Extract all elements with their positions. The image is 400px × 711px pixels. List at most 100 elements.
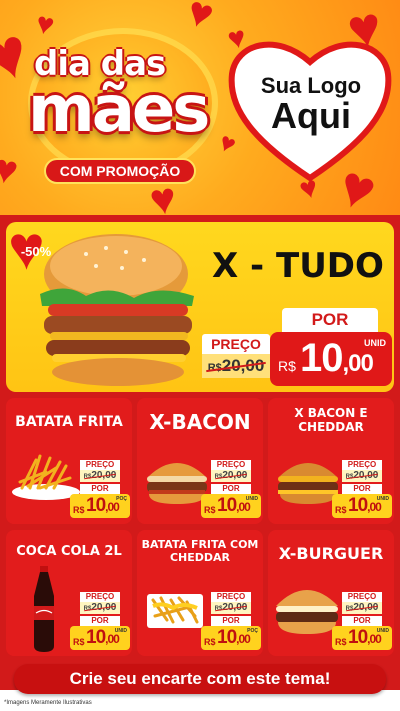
new-price-panel: R$ 10,00 UNID xyxy=(70,626,130,650)
old-price-amount: 20,00 xyxy=(353,602,379,613)
product-name: BATATA FRITA xyxy=(15,414,123,430)
mothers-day-title: dia das mães COM PROMOÇÃO xyxy=(18,20,228,190)
old-price-value: R$20,00 xyxy=(211,470,251,482)
unit-label: UNID xyxy=(364,338,386,348)
new-price-value: 10,00 xyxy=(217,627,251,649)
currency-symbol: R$ xyxy=(204,505,216,515)
new-price-value: 10,00 xyxy=(86,495,120,517)
old-price-label: PREÇO xyxy=(80,460,120,470)
new-price-cents: ,00 xyxy=(367,500,382,514)
old-price-label: PREÇO xyxy=(342,460,382,470)
featured-product-name: X - TUDO xyxy=(212,246,384,286)
new-price-cents: ,00 xyxy=(342,350,374,377)
new-price-integer: 10 xyxy=(348,627,368,648)
new-price-label: POR xyxy=(80,616,120,626)
product-name: COCA COLA 2L xyxy=(16,544,122,559)
product-card[interactable]: X-BURGUER PREÇO R$20,00 POR R$ 10,00 UNI… xyxy=(268,530,394,656)
new-price-integer: 10 xyxy=(300,336,343,380)
old-price-value: R$20,00 xyxy=(80,470,120,482)
unit-label: UNID xyxy=(245,496,258,502)
new-price-label: POR xyxy=(211,484,251,494)
old-price-value: R$20,00 xyxy=(342,602,382,614)
product-card[interactable]: BATATA FRITA COM CHEDDAR PREÇO R$20,00 P… xyxy=(137,530,263,656)
new-price-label: POR xyxy=(211,616,251,626)
cheddar-fries-image xyxy=(147,594,203,628)
unit-label: UNID xyxy=(376,496,389,502)
product-card[interactable]: COCA COLA 2L PREÇO R$20,00 POR R$ 10,00 … xyxy=(6,530,132,656)
new-price-integer: 10 xyxy=(86,627,106,648)
new-price-integer: 10 xyxy=(217,627,237,648)
header-banner: ♥ ♥ ♥ ♥ ♥ ♥ ♥ ♥ ♥ ♥ dia das mães COM PRO… xyxy=(0,0,400,215)
new-price-cents: ,00 xyxy=(236,500,251,514)
old-price-label: PREÇO xyxy=(211,460,251,470)
price-tag: PREÇO R$20,00 POR R$ 10,00 UNID xyxy=(70,592,130,652)
new-price-panel: R$ 10,00 UNID xyxy=(332,626,392,650)
old-price-amount: 20,00 xyxy=(353,470,379,481)
new-price-cents: ,00 xyxy=(105,632,120,646)
old-price-value: R$20,00 xyxy=(202,354,270,378)
title-line-2: mães xyxy=(28,73,210,147)
product-name: X-BURGUER xyxy=(278,544,384,563)
unit-label: UNID xyxy=(376,628,389,634)
currency-symbol: R$ xyxy=(204,637,216,647)
price-tag: PREÇO R$20,00 POR R$ 10,00 UNID xyxy=(332,460,392,520)
currency-symbol: R$ xyxy=(335,637,347,647)
old-price-amount: 20,00 xyxy=(91,470,117,481)
new-price-value: 10,00 xyxy=(300,336,374,381)
new-price-panel: R$ 10,00 UNID xyxy=(332,494,392,518)
disclaimer-text: *Imagens Meramente Ilustrativas xyxy=(4,700,92,706)
product-name: X-BACON xyxy=(149,410,251,434)
currency-symbol: R$ xyxy=(73,505,85,515)
new-price-label: POR xyxy=(80,484,120,494)
soda-bottle-image xyxy=(34,566,54,652)
old-price-amount: 20,00 xyxy=(222,470,248,481)
new-price-label: POR xyxy=(282,308,378,332)
new-price-panel: R$ 10,00 UNID xyxy=(270,332,392,386)
logo-line-2: Aqui xyxy=(271,95,351,137)
unit-label: POÇ xyxy=(116,496,127,502)
new-price-cents: ,00 xyxy=(105,500,120,514)
currency-symbol: R$ xyxy=(73,637,85,647)
old-price-amount: 20,00 xyxy=(221,356,265,375)
new-price-cents: ,00 xyxy=(236,632,251,646)
old-price-value: R$20,00 xyxy=(342,470,382,482)
unit-label: UNID xyxy=(114,628,127,634)
product-name: BATATA FRITA COM CHEDDAR xyxy=(141,538,259,565)
old-price-value: R$20,00 xyxy=(211,602,251,614)
product-card[interactable]: X BACON E CHEDDAR PREÇO R$20,00 POR R$ 1… xyxy=(268,398,394,524)
new-price-panel: R$ 10,00 POÇ xyxy=(70,494,130,518)
new-price-cents: ,00 xyxy=(367,632,382,646)
price-tag: PREÇO R$20,00 POR R$ 10,00 UNID xyxy=(332,592,392,652)
old-price-label: PREÇO xyxy=(342,592,382,602)
new-price-integer: 10 xyxy=(217,495,237,516)
new-price-panel: R$ 10,00 UNID xyxy=(201,494,261,518)
old-price-amount: 20,00 xyxy=(91,602,117,613)
product-name: X BACON E CHEDDAR xyxy=(294,406,368,435)
old-price-label: PREÇO xyxy=(202,334,270,354)
promo-badge: COM PROMOÇÃO xyxy=(44,158,196,184)
currency-symbol: R$ xyxy=(207,362,222,374)
featured-product-card[interactable]: -50% X - TUDO PREÇO R$20,00 POR R$ 10,00… xyxy=(6,218,394,392)
new-price-integer: 10 xyxy=(348,495,368,516)
currency-symbol: R$ xyxy=(278,358,296,374)
logo-line-1: Sua Logo xyxy=(260,73,362,98)
product-card[interactable]: X-BACON PREÇO R$20,00 POR R$ 10,00 UNID xyxy=(137,398,263,524)
new-price-integer: 10 xyxy=(86,495,106,516)
price-tag: PREÇO R$20,00 POR R$ 10,00 UNID xyxy=(201,460,261,520)
new-price-label: POR xyxy=(342,616,382,626)
new-price-panel: R$ 10,00 POÇ xyxy=(201,626,261,650)
unit-label: POÇ xyxy=(247,628,258,634)
new-price-label: POR xyxy=(342,484,382,494)
discount-badge: -50% xyxy=(8,218,58,280)
old-price-value: R$20,00 xyxy=(80,602,120,614)
old-price-label: PREÇO xyxy=(211,592,251,602)
price-tag: PREÇO R$20,00 POR R$ 10,00 POÇ xyxy=(70,460,130,520)
old-price-label: PREÇO xyxy=(80,592,120,602)
new-price: POR R$ 10,00 UNID xyxy=(270,308,392,386)
price-tag: PREÇO R$20,00 POR R$ 10,00 POÇ xyxy=(201,592,261,652)
old-price: PREÇO R$20,00 xyxy=(202,334,270,378)
currency-symbol: R$ xyxy=(335,505,347,515)
logo-placeholder[interactable]: Sua Logo Aqui xyxy=(236,74,386,135)
create-flyer-button[interactable]: Crie seu encarte com este tema! xyxy=(14,664,386,694)
product-card[interactable]: BATATA FRITA PREÇO R$20,00 POR R$ 10,00 … xyxy=(6,398,132,524)
